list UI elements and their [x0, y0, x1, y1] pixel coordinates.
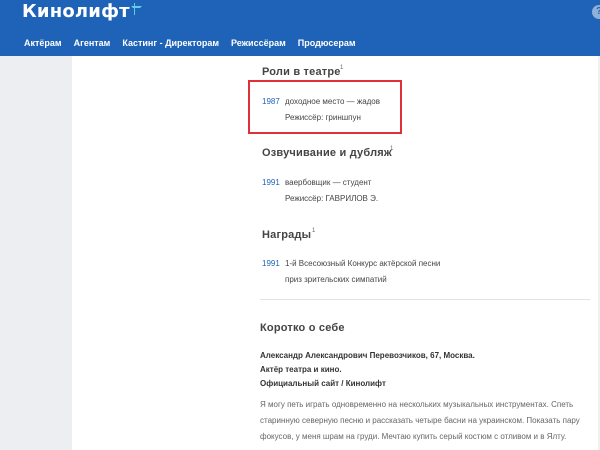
section-count-awards: 1 — [312, 228, 316, 234]
section-title-about: Коротко о себе — [260, 322, 345, 334]
role-title[interactable]: доходное место — жадов — [285, 97, 380, 106]
dubbing-director: Режиссёр: ГАВРИЛОВ Э. — [285, 194, 379, 203]
section-divider — [260, 299, 590, 300]
left-gutter — [0, 56, 72, 450]
main-nav: Актёрам Агентам Кастинг - Директорам Реж… — [0, 29, 600, 56]
section-title-theatre: Роли в театре — [262, 66, 341, 78]
logo-mark-icon — [130, 3, 142, 15]
section-title-dubbing: Озвучивание и дубляж — [262, 147, 392, 159]
nav-item-directors[interactable]: Режиссёрам — [231, 38, 286, 48]
about-name-line: Александр Александрович Перевозчиков, 67… — [260, 351, 475, 360]
help-button[interactable]: ? — [592, 5, 600, 19]
dubbing-title[interactable]: ваербовщик — студент — [285, 178, 371, 187]
award-year[interactable]: 1991 — [262, 259, 280, 268]
role-director: Режиссёр: гриншпун — [285, 113, 361, 122]
role-year[interactable]: 1987 — [262, 97, 280, 106]
nav-item-agents[interactable]: Агентам — [74, 38, 111, 48]
section-count-theatre: 1 — [340, 65, 344, 71]
about-profession-line: Актёр театра и кино. — [260, 365, 342, 374]
award-line-2: приз зрительских симпатий — [285, 275, 387, 284]
nav-item-casting-directors[interactable]: Кастинг - Директорам — [122, 38, 219, 48]
award-line-1: 1-й Всесоюзный Конкурс актёрской песни — [285, 259, 441, 268]
nav-item-actors[interactable]: Актёрам — [24, 38, 62, 48]
about-site-link[interactable]: Официальный сайт / Кинолифт — [260, 379, 386, 388]
nav-item-producers[interactable]: Продюсерам — [298, 38, 356, 48]
about-text: Я могу петь играть одновременно на неско… — [260, 400, 580, 441]
dubbing-year[interactable]: 1991 — [262, 178, 280, 187]
logo-text: Кинолифт — [22, 1, 130, 22]
logo[interactable]: Кинолифт — [22, 1, 142, 22]
top-bar: Кинолифт ? Актёрам Агентам Кастинг - Дир… — [0, 0, 600, 56]
highlight-box — [248, 80, 402, 134]
section-title-awards: Награды — [262, 229, 312, 241]
section-count-dubbing: 1 — [390, 146, 394, 152]
